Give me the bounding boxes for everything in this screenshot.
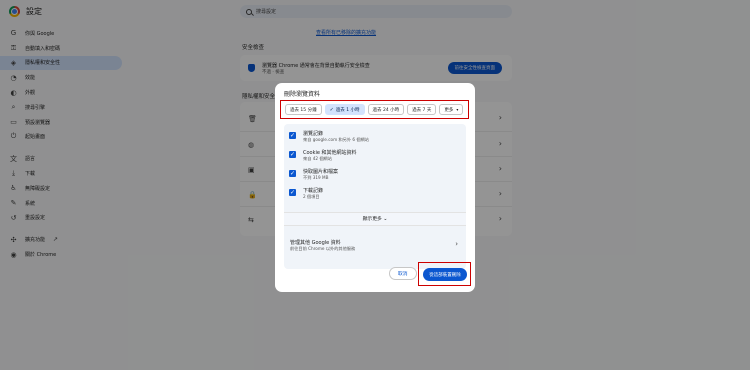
- checkbox-checked-icon[interactable]: ✓: [289, 189, 296, 196]
- checkbox-checked-icon[interactable]: ✓: [289, 132, 296, 139]
- checkbox-checked-icon[interactable]: ✓: [289, 170, 296, 177]
- check-icon: ✓: [329, 106, 334, 113]
- dialog-title: 刪除瀏覽資料: [284, 91, 321, 98]
- data-item-history[interactable]: ✓ 瀏覽記錄 來自 google.com 和另外 6 個網站: [289, 129, 459, 146]
- clear-browsing-data-dialog: 刪除瀏覽資料 過去 15 分鐘 ✓ 過去 1 小時 過去 24 小時 過去 7 天…: [275, 83, 475, 292]
- data-item-cache[interactable]: ✓ 快取圖片和檔案 不到 319 MB: [289, 167, 459, 184]
- dropdown-arrow-icon: ▾: [456, 107, 459, 112]
- manage-google-data-row[interactable]: 管理其他 Google 資料 前往目前 Chrome 以外的其他服務 ›: [284, 235, 466, 256]
- cancel-button[interactable]: 取消: [389, 267, 417, 280]
- time-range-highlight: 過去 15 分鐘 ✓ 過去 1 小時 過去 24 小時 過去 7 天 更多 ▾: [280, 100, 469, 119]
- chip-24-hours[interactable]: 過去 24 小時: [367, 104, 405, 115]
- checkbox-checked-icon[interactable]: ✓: [289, 151, 296, 158]
- chip-7-days[interactable]: 過去 7 天: [407, 104, 437, 115]
- time-range-chips: 過去 15 分鐘 ✓ 過去 1 小時 過去 24 小時 過去 7 天 更多 ▾: [285, 104, 464, 115]
- show-more-button[interactable]: 顯示更多 ⌄: [284, 212, 466, 226]
- chevron-down-icon: ⌄: [383, 217, 388, 222]
- data-item-downloads[interactable]: ✓ 下載記錄 2 個項目: [289, 186, 459, 203]
- delete-from-device-button[interactable]: 從這部裝置刪除: [423, 268, 467, 281]
- chip-1-hour[interactable]: ✓ 過去 1 小時: [324, 104, 365, 115]
- chevron-right-icon: ›: [455, 240, 458, 248]
- chip-15-minutes[interactable]: 過去 15 分鐘: [285, 104, 322, 115]
- data-item-cookies[interactable]: ✓ Cookie 和其他網站資料 來自 42 個網站: [289, 148, 459, 165]
- chip-more[interactable]: 更多 ▾: [439, 104, 464, 115]
- delete-button-highlight: 從這部裝置刪除: [418, 262, 471, 286]
